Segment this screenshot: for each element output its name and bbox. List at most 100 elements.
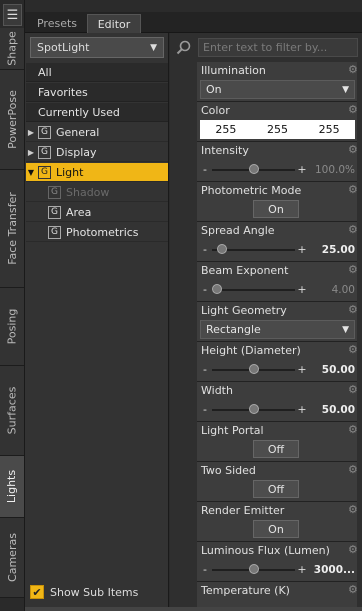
group-icon: G xyxy=(48,225,61,239)
slider-value[interactable]: 50.00 xyxy=(307,404,355,416)
tree-item-photometrics[interactable]: G Photometrics xyxy=(26,223,168,242)
decrement-button[interactable]: - xyxy=(200,563,210,576)
gear-icon[interactable]: ⚙ xyxy=(348,143,361,156)
slider-value[interactable]: 50.00 xyxy=(307,364,355,376)
decrement-button[interactable]: - xyxy=(200,163,210,176)
property-light-geometry: Light Geometry ⚙ Rectangle ▼ xyxy=(197,302,358,342)
tab-face-transfer[interactable]: Face Transfer xyxy=(0,170,24,288)
property-label: Photometric Mode xyxy=(201,184,302,197)
property-illumination: Illumination ⚙ On ▼ xyxy=(197,62,358,102)
intensity-slider[interactable]: - + 100.0% xyxy=(200,160,355,179)
slider-track[interactable] xyxy=(210,360,297,379)
light-geometry-value: Rectangle xyxy=(206,323,261,336)
tab-posing[interactable]: Posing xyxy=(0,288,24,366)
width-slider[interactable]: - + 50.00 xyxy=(200,400,355,419)
gear-icon[interactable]: ⚙ xyxy=(348,63,361,76)
increment-button[interactable]: + xyxy=(297,243,307,256)
photometric-mode-toggle[interactable]: On xyxy=(253,200,299,218)
decrement-button[interactable]: - xyxy=(200,363,210,376)
slider-knob[interactable] xyxy=(248,564,259,574)
light-portal-toggle[interactable]: Off xyxy=(253,440,299,458)
tree-item-area[interactable]: G Area xyxy=(26,203,168,222)
slider-knob[interactable] xyxy=(211,284,222,294)
property-label: Height (Diameter) xyxy=(201,344,301,357)
illumination-select[interactable]: On ▼ xyxy=(200,80,355,99)
slider-track[interactable] xyxy=(210,240,297,259)
gear-icon[interactable]: ⚙ xyxy=(348,463,361,476)
property-photometric-mode: Photometric Mode ⚙ On xyxy=(197,182,358,222)
gear-icon[interactable]: ⚙ xyxy=(348,543,361,556)
gear-icon[interactable]: ⚙ xyxy=(348,343,361,356)
increment-button[interactable]: + xyxy=(297,163,307,176)
increment-button[interactable]: + xyxy=(297,403,307,416)
beam-exponent-slider[interactable]: - + 4.00 xyxy=(200,280,355,299)
filter-input[interactable] xyxy=(198,38,358,57)
tree-item-label: Display xyxy=(56,145,97,159)
tab-powerpose[interactable]: PowerPose xyxy=(0,70,24,170)
panel-menu-icon[interactable]: ☰ xyxy=(3,4,22,26)
expand-arrow-icon[interactable]: ▶ xyxy=(26,148,36,157)
increment-button[interactable]: + xyxy=(297,283,307,296)
tab-posing-label: Posing xyxy=(5,308,19,345)
show-sub-items-toggle[interactable]: ✔ Show Sub Items xyxy=(30,585,138,599)
category-favorites[interactable]: Favorites xyxy=(26,83,168,102)
slider-track[interactable] xyxy=(210,160,297,179)
tree-item-label: General xyxy=(56,125,100,139)
category-currently-used[interactable]: Currently Used xyxy=(26,103,168,122)
gear-icon[interactable]: ⚙ xyxy=(348,223,361,236)
tab-cameras-label: Cameras xyxy=(5,533,19,582)
slider-value[interactable]: 4.00 xyxy=(307,284,355,296)
slider-value[interactable]: 25.00 xyxy=(307,244,355,256)
tree-item-display[interactable]: ▶ G Display xyxy=(26,143,168,162)
gear-icon[interactable]: ⚙ xyxy=(348,103,361,116)
tree-item-shadow[interactable]: G Shadow xyxy=(26,183,168,202)
gear-icon[interactable]: ⚙ xyxy=(348,183,361,196)
decrement-button[interactable]: - xyxy=(200,243,210,256)
color-swatch[interactable]: 255 255 255 xyxy=(200,120,355,139)
gear-icon[interactable]: ⚙ xyxy=(348,263,361,276)
spread-angle-slider[interactable]: - + 25.00 xyxy=(200,240,355,259)
tab-lights[interactable]: Lights xyxy=(0,456,24,518)
collapse-arrow-icon[interactable]: ▼ xyxy=(26,168,36,177)
gear-icon[interactable]: ⚙ xyxy=(348,423,361,436)
tab-surfaces[interactable]: Surfaces xyxy=(0,366,24,456)
tab-editor[interactable]: Editor xyxy=(87,14,141,33)
slider-knob[interactable] xyxy=(248,404,259,414)
luminous-flux-slider[interactable]: - + 3000... xyxy=(200,560,355,579)
render-emitter-toggle[interactable]: On xyxy=(253,520,299,538)
tab-presets[interactable]: Presets xyxy=(29,14,85,33)
expand-arrow-icon[interactable]: ▶ xyxy=(26,128,36,137)
tree-item-general[interactable]: ▶ G General xyxy=(26,123,168,142)
decrement-button[interactable]: - xyxy=(200,283,210,296)
group-icon: G xyxy=(38,125,51,139)
slider-knob[interactable] xyxy=(248,164,259,174)
slider-knob[interactable] xyxy=(248,364,259,374)
height-slider[interactable]: - + 50.00 xyxy=(200,360,355,379)
slider-track[interactable] xyxy=(210,400,297,419)
gear-icon[interactable]: ⚙ xyxy=(348,503,361,516)
property-panel: Illumination ⚙ On ▼ Color ⚙ 255 255 255 … xyxy=(170,33,362,611)
light-geometry-select[interactable]: Rectangle ▼ xyxy=(200,320,355,339)
checkbox-checked-icon[interactable]: ✔ xyxy=(30,585,44,599)
slider-value[interactable]: 100.0% xyxy=(307,164,355,176)
slider-track[interactable] xyxy=(210,280,297,299)
gear-icon[interactable]: ⚙ xyxy=(348,303,361,316)
tab-shape[interactable]: Shape xyxy=(0,28,24,70)
gear-icon[interactable]: ⚙ xyxy=(348,583,361,596)
gear-icon[interactable]: ⚙ xyxy=(348,383,361,396)
decrement-button[interactable]: - xyxy=(200,403,210,416)
slider-value[interactable]: 3000... xyxy=(307,564,355,576)
increment-button[interactable]: + xyxy=(297,363,307,376)
increment-button[interactable]: + xyxy=(297,563,307,576)
slider-knob[interactable] xyxy=(217,244,228,254)
two-sided-toggle[interactable]: Off xyxy=(253,480,299,498)
slider-track[interactable] xyxy=(210,560,297,579)
search-icon[interactable] xyxy=(176,40,191,55)
category-all[interactable]: All xyxy=(26,63,168,82)
chevron-down-icon: ▼ xyxy=(342,84,349,95)
tab-cameras[interactable]: Cameras xyxy=(0,518,24,598)
tab-lights-label: Lights xyxy=(5,469,19,504)
node-select[interactable]: SpotLight ▼ xyxy=(30,37,164,58)
tree-item-light[interactable]: ▼ G Light xyxy=(26,163,168,182)
property-label: Spread Angle xyxy=(201,224,275,237)
